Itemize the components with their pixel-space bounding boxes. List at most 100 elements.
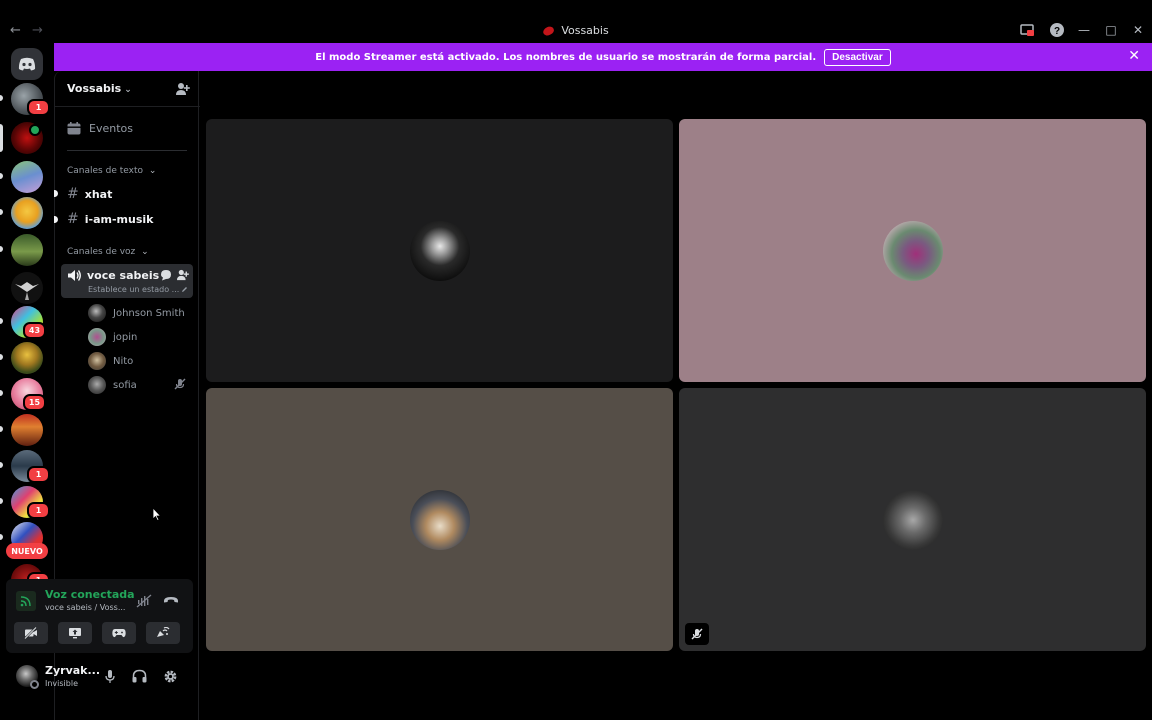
participant-tile[interactable]	[679, 388, 1146, 651]
voice-controls	[14, 622, 180, 644]
participant-tile[interactable]	[206, 388, 673, 651]
voice-stage	[200, 71, 1152, 720]
avatar	[88, 376, 106, 394]
new-badge: NUEVO	[6, 543, 48, 559]
unread-pill	[0, 354, 3, 360]
server-icon[interactable]	[11, 272, 43, 304]
events-link[interactable]: Eventos	[67, 122, 133, 135]
voice-category-header[interactable]: Canales de voz ⌄	[67, 247, 149, 257]
participant-avatar	[409, 220, 470, 281]
mic-icon[interactable]	[104, 669, 116, 684]
voice-member[interactable]: sofia	[88, 376, 137, 394]
server-icon[interactable]	[11, 197, 43, 229]
close-window-button[interactable]: ✕	[1130, 23, 1146, 37]
voice-connection-panel: Voz conectada voce sabeis / Voss...	[6, 579, 193, 653]
channel-name: i-am-musik	[84, 212, 154, 226]
text-category-label: Canales de texto	[67, 166, 143, 176]
unread-pill	[0, 318, 3, 324]
unread-indicator	[54, 190, 58, 197]
headphones-icon[interactable]	[132, 669, 147, 683]
soundboard-button[interactable]	[146, 622, 180, 644]
channel-xhat[interactable]: # xhat	[67, 186, 112, 202]
voice-channel-status[interactable]: Establece un estado ...	[88, 285, 179, 294]
calendar-icon	[67, 122, 81, 135]
server-icon[interactable]	[11, 342, 43, 374]
banner-close-icon[interactable]: ✕	[1128, 49, 1140, 63]
noise-suppression-icon[interactable]	[136, 594, 152, 608]
hash-icon: #	[67, 186, 79, 202]
camera-off-button[interactable]	[14, 622, 48, 644]
voice-channel-name: voce sabeis	[87, 269, 160, 282]
screen-share-button[interactable]	[58, 622, 92, 644]
mention-badge: 15	[23, 394, 46, 411]
server-icon[interactable]	[11, 234, 43, 266]
window-title: Vossabis	[0, 24, 1152, 37]
server-header[interactable]: Vossabis ⌄	[55, 71, 200, 107]
streamer-mode-banner: El modo Streamer está activado. Los nomb…	[54, 43, 1152, 71]
username[interactable]: Zyrvak...	[45, 664, 100, 677]
avatar	[88, 328, 106, 346]
events-label: Eventos	[89, 122, 133, 135]
inbox-icon[interactable]	[1019, 22, 1035, 38]
title-bar: ← → Vossabis ? — □ ✕	[0, 0, 1152, 43]
mic-off-icon	[174, 378, 186, 390]
server-name[interactable]: Vossabis ⌄	[67, 82, 132, 95]
unread-pill	[0, 390, 3, 396]
screen-share-icon	[69, 628, 81, 639]
gear-icon[interactable]	[163, 669, 178, 684]
hash-icon: #	[67, 211, 79, 227]
participant-tile[interactable]	[206, 119, 673, 382]
unread-pill	[0, 209, 3, 215]
add-friend-icon[interactable]	[176, 82, 190, 96]
voice-channel-actions	[160, 269, 189, 281]
unread-pill	[0, 498, 3, 504]
unread-pill	[0, 246, 3, 252]
disable-streamer-mode-button[interactable]: Desactivar	[824, 48, 891, 66]
voice-active-dot	[29, 124, 41, 136]
mention-badge: 1	[27, 502, 50, 519]
voice-connected-title[interactable]: Voz conectada	[45, 588, 135, 601]
mention-badge: 1	[27, 99, 50, 116]
unread-pill	[0, 95, 3, 101]
banner-message: El modo Streamer está activado. Los nomb…	[315, 51, 817, 63]
speaker-icon	[67, 269, 81, 282]
window-title-text: Vossabis	[561, 24, 609, 37]
voice-member[interactable]: Nito	[88, 352, 133, 370]
disconnect-icon[interactable]	[163, 594, 179, 606]
selected-pill	[0, 124, 3, 152]
help-icon[interactable]: ?	[1049, 22, 1065, 38]
pencil-icon[interactable]	[181, 286, 188, 293]
maximize-button[interactable]: □	[1103, 23, 1119, 37]
mouse-cursor	[152, 507, 162, 521]
unread-pill	[0, 426, 3, 432]
text-category-header[interactable]: Canales de texto ⌄	[67, 166, 156, 176]
user-panel: Zyrvak... Invisible	[6, 656, 193, 698]
avatar	[88, 352, 106, 370]
mic-off-icon	[685, 623, 709, 645]
soundboard-icon	[157, 627, 170, 637]
member-name: sofia	[113, 379, 137, 391]
server-icon[interactable]	[11, 414, 43, 446]
minimize-button[interactable]: —	[1076, 23, 1092, 37]
voice-member[interactable]: Johnson Smith	[88, 304, 185, 322]
voice-channel-voce-sabeis[interactable]: voce sabeis Establece un estado ...	[61, 264, 193, 298]
camera-off-icon	[24, 627, 37, 639]
server-icon[interactable]	[11, 161, 43, 193]
voice-member[interactable]: jopin	[88, 328, 137, 346]
activities-button[interactable]	[102, 622, 136, 644]
server-name-text: Vossabis	[67, 82, 122, 95]
home-button[interactable]	[11, 48, 43, 80]
chevron-down-icon: ⌄	[124, 85, 132, 95]
signal-icon[interactable]	[16, 591, 36, 611]
chat-icon[interactable]	[160, 269, 172, 281]
add-friend-icon[interactable]	[177, 269, 189, 281]
voice-connected-channel[interactable]: voce sabeis / Voss...	[45, 603, 125, 612]
participant-tile[interactable]	[679, 119, 1146, 382]
participant-avatar	[882, 220, 943, 281]
channel-name: xhat	[84, 187, 113, 201]
status-invisible-indicator	[30, 680, 39, 689]
channel-i-am-musik[interactable]: # i-am-musik	[67, 211, 153, 227]
chevron-down-icon: ⌄	[141, 247, 149, 257]
user-status: Invisible	[45, 679, 78, 688]
discord-icon	[18, 57, 36, 71]
